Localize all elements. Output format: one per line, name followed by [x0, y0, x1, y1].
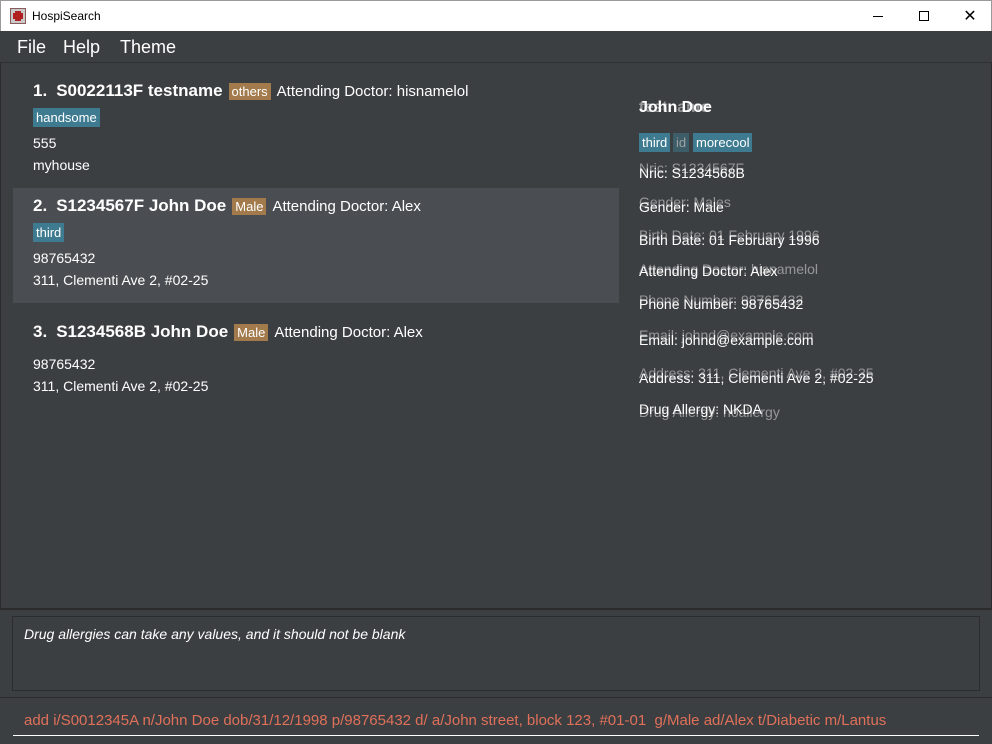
gender-badge: Male — [232, 197, 267, 215]
detail-tag: third — [639, 133, 671, 152]
detail-dob: Birth Date: 01 February 1996 — [639, 232, 820, 248]
menu-bar: File Help Theme — [0, 31, 992, 63]
patient-details-panel: testname John Doe third id morecool Nric… — [639, 63, 979, 443]
main-area: 1. S0022113F testname others Attending D… — [0, 63, 992, 608]
detail-phone: Phone Number: 98765432 — [639, 296, 804, 312]
patient-card-1[interactable]: 1. S0022113F testname others Attending D… — [13, 73, 619, 188]
maximize-icon — [919, 11, 929, 21]
detail-nric: Nric: S1234568B — [639, 165, 745, 181]
gender-badge: Male — [234, 323, 269, 341]
card-index: 2. — [33, 196, 48, 215]
patient-card-3[interactable]: 3. S1234568B John Doe Male Attending Doc… — [13, 303, 619, 417]
detail-gender: Gender: Male — [639, 199, 724, 215]
patient-list[interactable]: 1. S0022113F testname others Attending D… — [13, 73, 619, 417]
hospital-app-icon — [10, 8, 26, 24]
detail-doctor: Attending Doctor: Alex — [639, 263, 778, 279]
menu-theme[interactable]: Theme — [120, 37, 176, 58]
address: 311, Clementi Ave 2, #02-25 — [33, 378, 209, 394]
maximize-button[interactable] — [901, 1, 947, 31]
attending-doctor: Attending Doctor: Alex — [274, 323, 423, 341]
card-id-name: S1234568B John Doe — [56, 322, 229, 341]
menu-file[interactable]: File — [17, 37, 46, 58]
command-input[interactable] — [13, 706, 979, 736]
address: 311, Clementi Ave 2, #02-25 — [33, 272, 209, 288]
minimize-button[interactable] — [855, 1, 901, 31]
window-title: HospiSearch — [32, 9, 101, 23]
tag-badge: third — [33, 223, 65, 242]
section-divider — [0, 608, 992, 610]
phone-number: 98765432 — [33, 250, 96, 266]
close-button[interactable]: ✕ — [947, 1, 992, 31]
card-id-name: S0022113F testname — [56, 81, 223, 100]
tag-badge: handsome — [33, 108, 100, 127]
menu-help[interactable]: Help — [63, 37, 100, 58]
detail-allergy: Drug Allergy: NKDA — [639, 401, 762, 417]
attending-doctor: Attending Doctor: hisnamelol — [276, 82, 469, 100]
detail-address: Address: 311, Clementi Ave 2, #02-25 — [639, 370, 874, 386]
patient-card-2[interactable]: 2. S1234567F John Doe Male Attending Doc… — [13, 188, 619, 303]
detail-tag: id — [673, 133, 690, 152]
card-index: 3. — [33, 322, 48, 341]
card-id-name: S1234567F John Doe — [56, 196, 227, 215]
close-icon: ✕ — [963, 8, 977, 25]
address: myhouse — [33, 157, 90, 173]
gender-badge: others — [228, 82, 271, 100]
result-message: Drug allergies can take any values, and … — [24, 626, 406, 642]
minimize-icon — [873, 15, 883, 17]
phone-number: 555 — [33, 135, 57, 151]
command-area — [0, 697, 992, 744]
title-bar: HospiSearch ✕ — [0, 0, 992, 31]
result-display: Drug allergies can take any values, and … — [12, 616, 980, 691]
detail-email: Email: johnd@example.com — [639, 332, 814, 348]
detail-tag: morecool — [693, 133, 753, 152]
detail-name: John Doe — [639, 99, 712, 116]
attending-doctor: Attending Doctor: Alex — [272, 197, 421, 215]
phone-number: 98765432 — [33, 356, 96, 372]
card-index: 1. — [33, 81, 48, 100]
